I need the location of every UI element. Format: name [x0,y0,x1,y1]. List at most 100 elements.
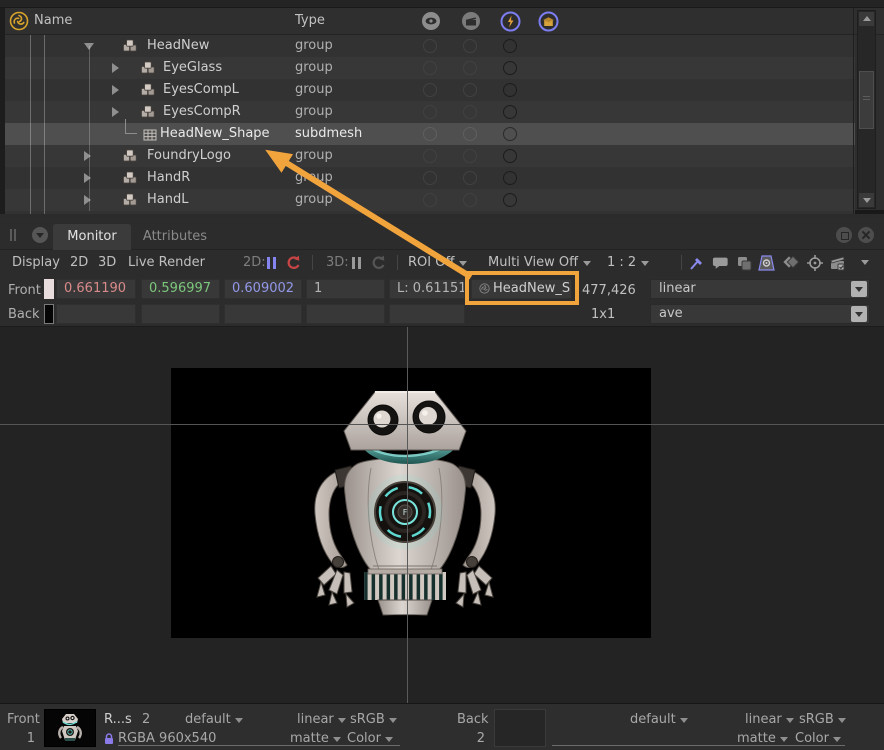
toggle-visibility[interactable] [423,83,437,97]
object-name: EyesCompL [163,82,239,97]
front-color-swatch [44,279,54,299]
pause-2d-icon[interactable] [267,257,277,269]
group-icon [122,39,138,53]
back-preset-dropdown[interactable]: default [630,712,688,727]
tree-scrollbar[interactable] [857,10,876,209]
panel-grip[interactable] [10,229,12,241]
front-display-dropdown[interactable]: sRGB [350,712,397,727]
expand-arrow-icon[interactable] [112,63,119,73]
expand-arrow-icon[interactable] [112,85,119,95]
back-display-dropdown[interactable]: sRGB [799,712,846,727]
lock-icon[interactable] [104,733,114,745]
back-view-dropdown[interactable]: Color [795,731,841,746]
scroll-up-button[interactable] [859,12,874,26]
toggle-sync[interactable] [503,105,517,119]
close-panel-icon[interactable] [858,227,874,243]
multi-view-dropdown[interactable]: Multi View Off [488,255,591,270]
toggle-render[interactable] [463,193,477,207]
group-icon [140,83,156,97]
refresh-2d-icon[interactable] [284,254,302,272]
object-type: subdmesh [295,126,362,141]
front-preset-dropdown[interactable]: default [185,712,243,727]
toggle-visibility[interactable] [423,61,437,75]
duplicate-icon[interactable] [735,254,753,272]
monitor-viewport[interactable]: F [0,327,884,703]
comment-bubble-icon[interactable] [712,254,730,272]
projection-target-icon[interactable] [757,254,775,272]
tree-header: Name Type [0,8,884,35]
scrollbar-thumb[interactable] [859,71,874,129]
mari-logo-icon [9,11,29,31]
toggle-visibility[interactable] [423,193,437,207]
toolbar-overflow-dropdown[interactable] [861,260,869,265]
front-luminance-value: L: 0.611512 [389,279,465,299]
toggle-visibility[interactable] [423,149,437,163]
toggle-sync[interactable] [503,39,517,53]
back-colorspace-dropdown[interactable]: linear [745,712,794,727]
expand-arrow-icon[interactable] [112,107,119,117]
object-name: HeadNew [147,38,209,53]
tree-row[interactable]: HeadNew group [0,35,855,57]
dropdown-button[interactable] [851,281,867,297]
tree-row[interactable]: EyeGlass group [0,57,855,79]
colorspace-dropdown[interactable]: linear [650,279,870,299]
toggle-render[interactable] [463,61,477,75]
group-icon [140,105,156,119]
current-object-field[interactable]: HeadNew_S [471,279,572,299]
toggle-sync[interactable] [503,149,517,163]
mode-3d-button[interactable]: 3D [98,255,116,270]
toggle-render[interactable] [463,171,477,185]
front-buffer-thumbnail[interactable] [44,709,96,747]
toggle-sync[interactable] [503,193,517,207]
pause-3d-icon[interactable] [352,257,362,269]
render-clapper-icon[interactable] [828,254,846,272]
snap-target-icon[interactable] [806,254,824,272]
toggle-sync[interactable] [503,83,517,97]
crosshair-horizontal [0,424,884,425]
toggle-visibility[interactable] [423,127,437,141]
zoom-ratio-dropdown[interactable]: 1 : 2 [607,255,649,270]
tree-row-selected[interactable]: HeadNew_Shape subdmesh [0,123,855,145]
tab-monitor[interactable]: Monitor [53,224,131,250]
back-matte-dropdown[interactable]: matte [737,731,788,746]
panel-grip[interactable] [14,229,16,241]
roi-dropdown[interactable]: ROI Off [408,255,467,270]
filter-dropdown[interactable]: ave [650,304,870,324]
toggle-visibility[interactable] [423,105,437,119]
tab-attributes[interactable]: Attributes [134,224,216,250]
front-matte-dropdown[interactable]: matte [290,731,341,746]
toggle-render[interactable] [463,127,477,141]
tree-row[interactable]: EyesCompL group [0,79,855,101]
toggle-sync[interactable] [503,171,517,185]
object-type: group [295,192,333,207]
tree-row[interactable]: HandL group [0,189,855,211]
toggle-render[interactable] [463,39,477,53]
back-buffer-thumbnail[interactable] [494,709,546,747]
toggle-sync[interactable] [503,61,517,75]
tree-row[interactable]: FoundryLogo group [0,145,855,167]
mari-application-window: Name Type [0,0,884,750]
toggle-render[interactable] [463,105,477,119]
front-view-dropdown[interactable]: Color [347,731,393,746]
display-label: Display [12,255,60,270]
panel-menu-button[interactable] [32,227,48,243]
toggle-visibility[interactable] [423,39,437,53]
toggle-render[interactable] [463,149,477,163]
float-panel-icon[interactable] [836,227,852,243]
toolbar-divider [397,255,398,270]
live-render-button[interactable]: Live Render [128,255,205,270]
eyedropper-icon[interactable] [688,254,706,272]
front-channel-name[interactable]: R...s [104,712,132,727]
toggle-visibility[interactable] [423,171,437,185]
tree-row[interactable]: HandR group [0,167,855,189]
dropdown-button[interactable] [851,306,867,322]
refresh-3d-icon[interactable] [369,254,387,272]
paint-buffer-bar: Front 1 R...s 2 RGBA 960x540 default lin… [0,703,884,750]
toggle-render[interactable] [463,83,477,97]
double-diamond-icon[interactable] [781,254,799,272]
toggle-sync[interactable] [503,127,517,141]
front-colorspace-dropdown[interactable]: linear [297,712,346,727]
scroll-down-button[interactable] [859,193,874,207]
mode-2d-button[interactable]: 2D [70,255,88,270]
back-alpha-value [306,304,385,324]
